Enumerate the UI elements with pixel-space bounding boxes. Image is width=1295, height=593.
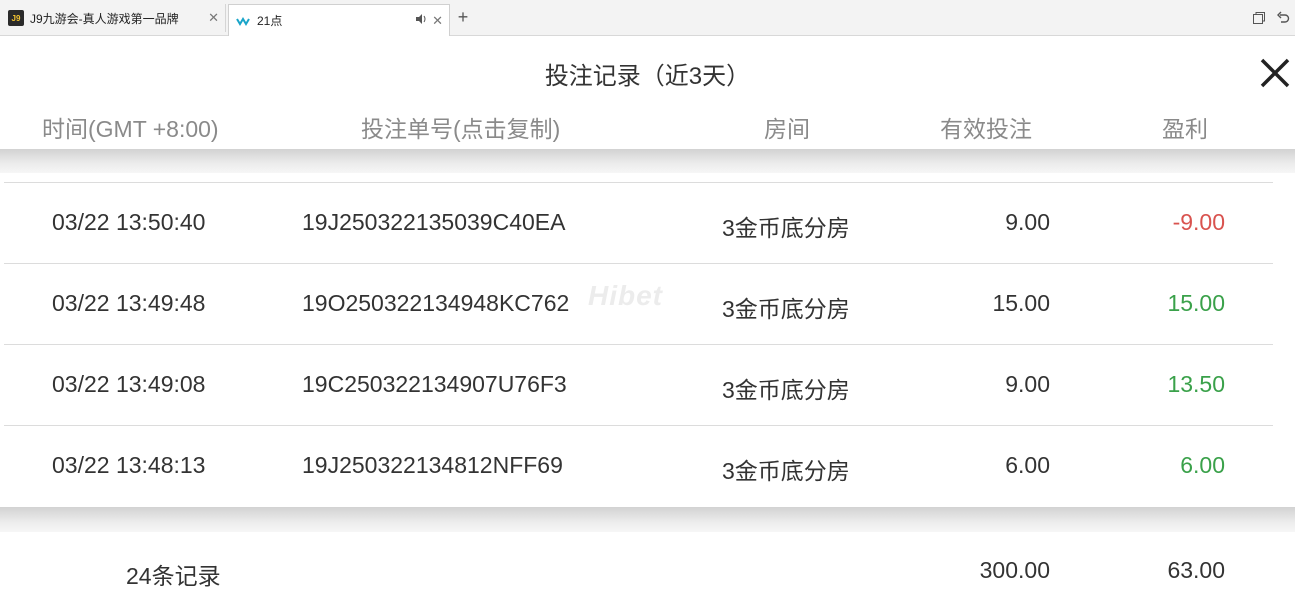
column-header-order-id: 投注单号(点击复制) (361, 116, 561, 142)
bet-time: 03/22 13:50:40 (52, 209, 206, 235)
tab-title: 21点 (257, 14, 283, 28)
tab-title: J9九游会-真人游戏第一品牌 (30, 11, 179, 26)
bet-time: 03/22 13:49:08 (52, 371, 206, 397)
browser-tab-strip: J9 J9九游会-真人游戏第一品牌 ✕ 21点 ✕ + (0, 0, 1295, 36)
bet-time: 03/22 13:49:48 (52, 290, 206, 316)
record-count: 24条记录 (126, 563, 221, 589)
dialog-title: 投注记录（近3天） (544, 63, 751, 90)
bet-order-id[interactable]: 19C250322134907U76F3 (302, 371, 567, 398)
browser-tab-j9[interactable]: J9 J9九游会-真人游戏第一品牌 ✕ (2, 4, 226, 32)
j9-logo-icon: J9 (8, 10, 24, 26)
total-profit: 63.00 (1167, 557, 1225, 583)
bet-profit: 15.00 (1167, 290, 1225, 316)
bet-room: 3金币底分房 (722, 215, 850, 241)
total-valid-bet: 300.00 (979, 557, 1050, 583)
new-tab-plus-icon[interactable]: + (454, 6, 472, 28)
wave-icon (235, 13, 251, 29)
restore-window-icon[interactable] (1250, 9, 1268, 27)
column-header-valid-bet: 有效投注 (940, 116, 1032, 142)
column-header-profit: 盈利 (1162, 116, 1208, 142)
close-tab-icon[interactable]: ✕ (208, 10, 219, 26)
bet-amount: 9.00 (1005, 371, 1050, 397)
undo-icon[interactable] (1274, 9, 1292, 27)
close-tab-icon[interactable]: ✕ (432, 13, 443, 29)
table-row: 03/22 13:48:13 19J250322134812NFF69 3金币底… (4, 426, 1273, 507)
bet-amount: 9.00 (1005, 209, 1050, 235)
bet-order-id[interactable]: 19J250322135039C40EA (302, 209, 565, 236)
browser-tab-blackjack[interactable]: 21点 ✕ (228, 4, 450, 36)
column-header-time: 时间(GMT +8:00) (42, 116, 219, 142)
bet-room: 3金币底分房 (722, 458, 850, 484)
table-bottom-divider (0, 507, 1295, 532)
bet-room: 3金币底分房 (722, 296, 850, 322)
close-dialog-icon[interactable] (1258, 56, 1292, 90)
bet-profit: 13.50 (1167, 371, 1225, 397)
table-row: 03/22 13:49:08 19C250322134907U76F3 3金币底… (4, 345, 1273, 426)
bet-order-id[interactable]: 19O250322134948KC762 (302, 290, 569, 317)
bet-profit: -9.00 (1172, 209, 1225, 235)
bet-amount: 15.00 (992, 290, 1050, 316)
bet-time: 03/22 13:48:13 (52, 452, 206, 478)
table-row: 03/22 13:50:40 19J250322135039C40EA 3金币底… (4, 183, 1273, 264)
bet-amount: 6.00 (1005, 452, 1050, 478)
bet-order-id[interactable]: 19J250322134812NFF69 (302, 452, 563, 479)
speaker-icon[interactable] (415, 14, 427, 27)
bet-profit: 6.00 (1180, 452, 1225, 478)
watermark-logo: Hibet (588, 280, 663, 311)
bet-room: 3金币底分房 (722, 377, 850, 403)
column-header-room: 房间 (764, 116, 810, 142)
table-top-divider (0, 149, 1295, 173)
